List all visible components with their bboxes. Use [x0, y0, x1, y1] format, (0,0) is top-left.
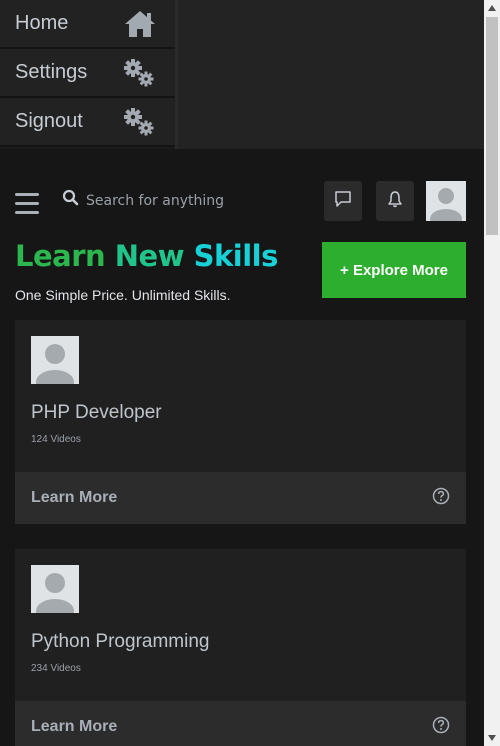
message-icon — [334, 190, 352, 213]
learn-more-label: Learn More — [31, 489, 118, 506]
video-count: 124 Videos — [31, 434, 81, 445]
course-card: Python Programming 234 Videos Learn More — [15, 549, 466, 746]
home-icon — [123, 9, 157, 39]
sidebar-item-settings[interactable]: Settings — [0, 49, 175, 98]
sidebar-item-signout[interactable]: Signout — [0, 98, 175, 147]
help-icon[interactable] — [432, 487, 450, 510]
course-title: Python Programming — [31, 631, 210, 652]
course-title: PHP Developer — [31, 402, 162, 423]
learn-more-label: Learn More — [31, 718, 118, 735]
scroll-down-arrow[interactable] — [484, 730, 500, 746]
overlay-backdrop — [178, 0, 484, 149]
gears-icon — [121, 58, 157, 88]
search-input[interactable] — [86, 189, 306, 213]
sidebar-item-label: Settings — [15, 61, 88, 83]
course-avatar — [31, 565, 79, 613]
scrollbar-thumb[interactable] — [486, 17, 498, 235]
menu-icon[interactable] — [15, 193, 39, 214]
avatar[interactable] — [426, 181, 466, 221]
sidebar-item-label: Signout — [15, 110, 83, 132]
course-avatar — [31, 336, 79, 384]
explore-more-button[interactable]: + Explore More — [322, 242, 466, 298]
page-subtitle: One Simple Price. Unlimited Skills. — [15, 287, 231, 303]
main-content: Learn New Skills One Simple Price. Unlim… — [0, 149, 484, 746]
top-bar — [0, 181, 484, 221]
learn-more-button[interactable]: Learn More — [15, 472, 466, 524]
bell-icon — [386, 190, 404, 213]
video-count: 234 Videos — [31, 663, 81, 674]
sidebar-item-home[interactable]: Home — [0, 0, 175, 49]
learn-more-button[interactable]: Learn More — [15, 701, 466, 746]
messages-button[interactable] — [324, 181, 362, 221]
course-card: PHP Developer 124 Videos Learn More — [15, 320, 466, 524]
search-icon — [62, 189, 80, 212]
scroll-up-arrow[interactable] — [484, 0, 500, 16]
sidebar-item-label: Home — [15, 12, 69, 34]
scrollbar[interactable] — [484, 0, 500, 746]
side-menu: Home Settings Signout — [0, 0, 178, 149]
notifications-button[interactable] — [376, 181, 414, 221]
help-icon[interactable] — [432, 716, 450, 739]
gears-icon — [121, 107, 157, 137]
page-title: Learn New Skills — [15, 239, 278, 273]
